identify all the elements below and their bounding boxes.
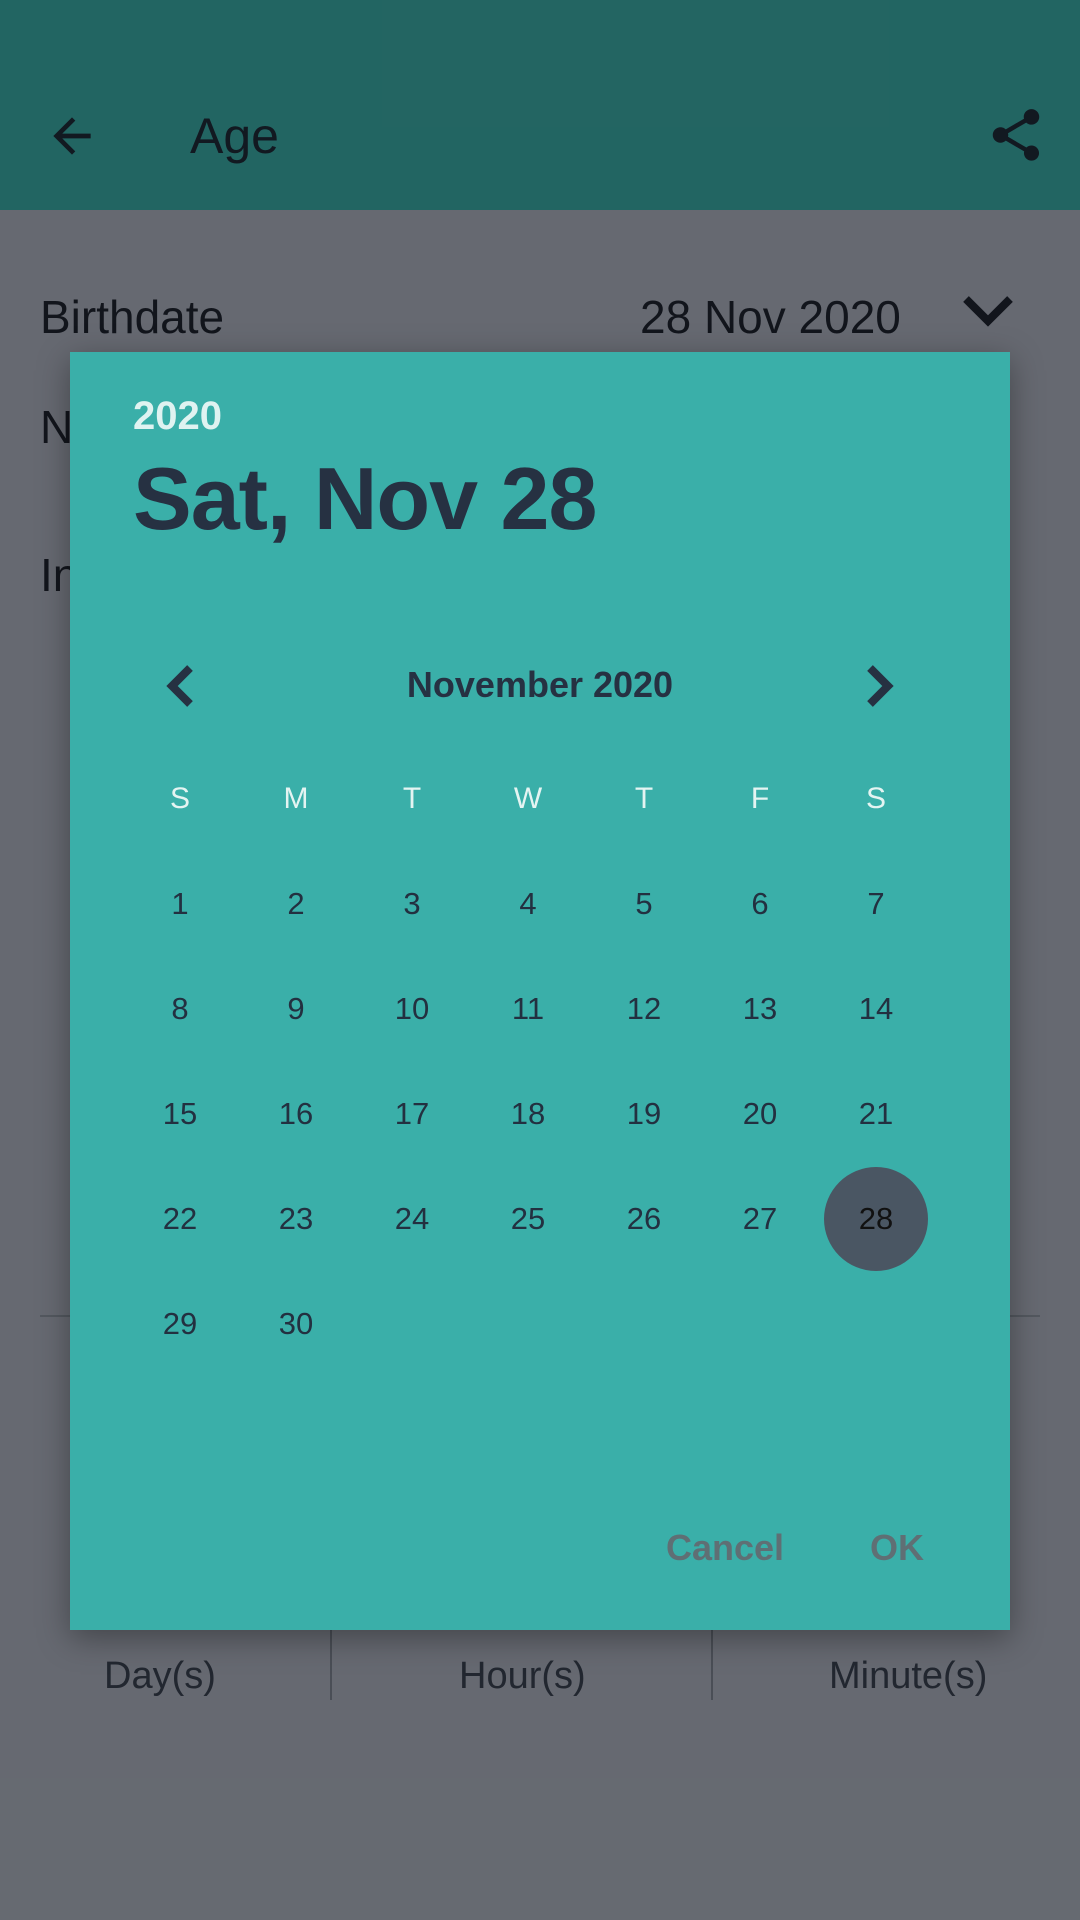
calendar-day[interactable]: 27 — [708, 1167, 812, 1271]
calendar-day[interactable]: 1 — [128, 852, 232, 956]
selected-date: Sat, Nov 28 — [133, 449, 597, 548]
calendar-day[interactable]: 14 — [824, 957, 928, 1061]
calendar-day[interactable]: 10 — [360, 957, 464, 1061]
calendar-day-selected[interactable]: 28 — [824, 1167, 928, 1271]
weekday-label: F — [750, 782, 770, 815]
calendar-day[interactable]: 9 — [244, 957, 348, 1061]
calendar-day[interactable]: 4 — [476, 852, 580, 956]
calendar-day[interactable]: 11 — [476, 957, 580, 1061]
calendar-day[interactable]: 3 — [360, 852, 464, 956]
calendar-day[interactable]: 24 — [360, 1167, 464, 1271]
calendar-day[interactable]: 21 — [824, 1062, 928, 1166]
weekday-label: T — [634, 782, 654, 815]
calendar-day[interactable]: 22 — [128, 1167, 232, 1271]
calendar-day[interactable]: 16 — [244, 1062, 348, 1166]
calendar-day[interactable]: 20 — [708, 1062, 812, 1166]
calendar-day[interactable]: 29 — [128, 1272, 232, 1376]
calendar-day[interactable]: 19 — [592, 1062, 696, 1166]
calendar-day[interactable]: 6 — [708, 852, 812, 956]
next-month-icon[interactable] — [860, 662, 900, 710]
weekday-label: S — [865, 782, 886, 815]
calendar-day[interactable]: 2 — [244, 852, 348, 956]
calendar-day[interactable]: 8 — [128, 957, 232, 1061]
calendar-day[interactable]: 5 — [592, 852, 696, 956]
calendar-day[interactable]: 17 — [360, 1062, 464, 1166]
calendar-day[interactable]: 7 — [824, 852, 928, 956]
calendar-day[interactable]: 15 — [128, 1062, 232, 1166]
calendar-day[interactable]: 12 — [592, 957, 696, 1061]
date-picker-dialog: 2020 Sat, Nov 28 November 2020 S M T W T… — [70, 352, 1010, 1630]
weekday-label: T — [402, 782, 422, 815]
ok-button[interactable]: OK — [870, 1527, 924, 1569]
calendar-day[interactable]: 25 — [476, 1167, 580, 1271]
weekday-label: S — [169, 782, 190, 815]
weekday-label: W — [513, 782, 543, 815]
calendar-day[interactable]: 23 — [244, 1167, 348, 1271]
calendar-day[interactable]: 18 — [476, 1062, 580, 1166]
weekday-label: M — [283, 782, 309, 815]
calendar-day[interactable]: 13 — [708, 957, 812, 1061]
selected-year[interactable]: 2020 — [133, 394, 222, 439]
calendar-day[interactable]: 26 — [592, 1167, 696, 1271]
calendar-day[interactable]: 30 — [244, 1272, 348, 1376]
cancel-button[interactable]: Cancel — [666, 1527, 784, 1569]
